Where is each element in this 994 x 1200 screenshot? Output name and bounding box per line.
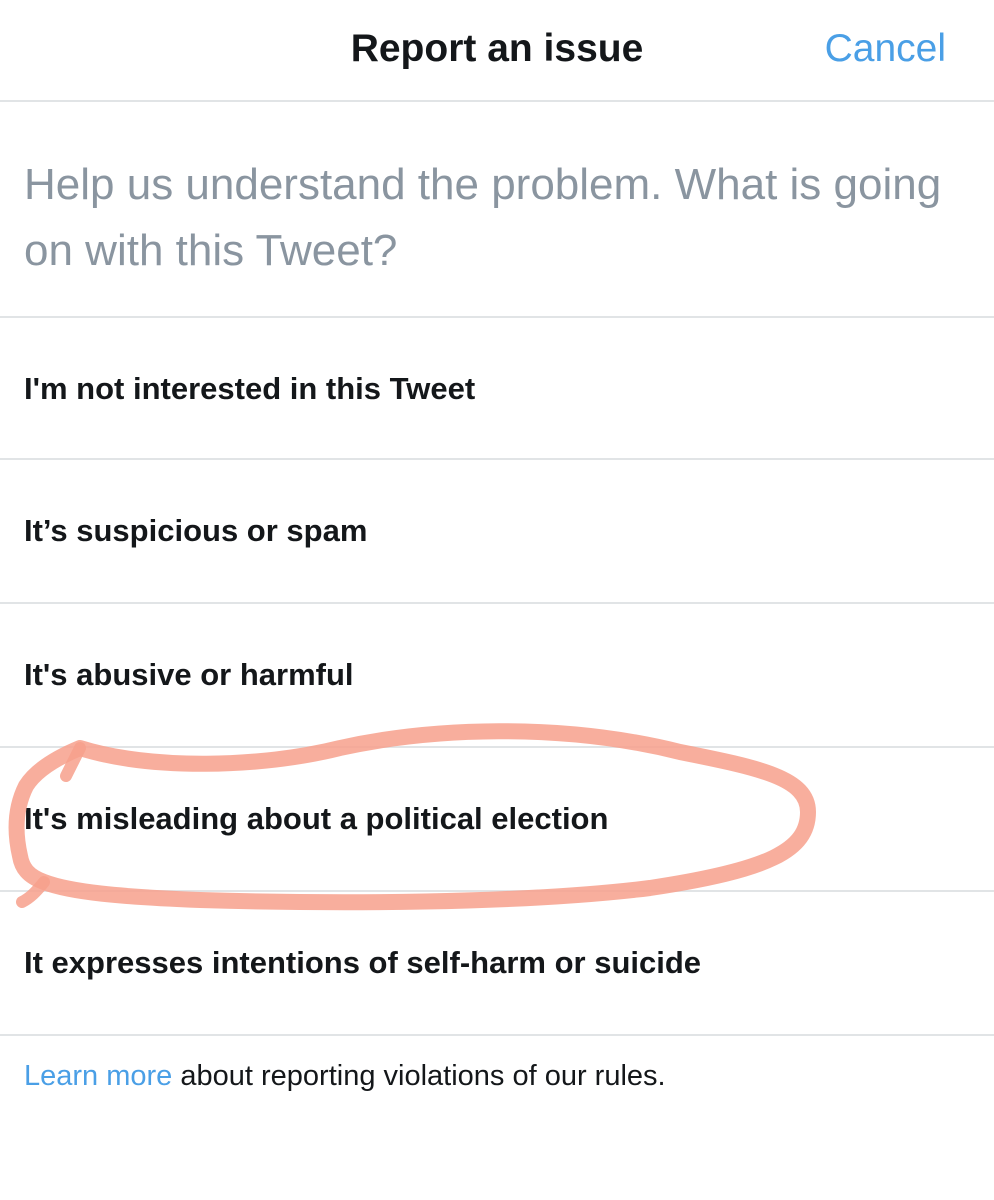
report-prompt: Help us understand the problem. What is … [24, 160, 942, 275]
option-label: It's misleading about a political electi… [24, 801, 609, 836]
learn-more-link[interactable]: Learn more [24, 1060, 172, 1092]
option-label: It expresses intentions of self-harm or … [24, 945, 702, 980]
option-self-harm[interactable]: It expresses intentions of self-harm or … [0, 892, 994, 1034]
option-label: It's abusive or harmful [24, 657, 354, 692]
divider [0, 1034, 994, 1036]
option-label: It’s suspicious or spam [24, 513, 368, 548]
header-bar: Report an issue Cancel [0, 0, 994, 102]
footer-note: Learn more about reporting violations of… [24, 1058, 666, 1094]
option-not-interested[interactable]: I'm not interested in this Tweet [0, 318, 994, 460]
option-label: I'm not interested in this Tweet [24, 371, 476, 406]
option-abusive-harmful[interactable]: It's abusive or harmful [0, 604, 994, 746]
option-misleading-election[interactable]: It's misleading about a political electi… [0, 748, 994, 890]
cancel-button[interactable]: Cancel [825, 26, 946, 72]
option-suspicious-spam[interactable]: It’s suspicious or spam [0, 460, 994, 602]
footer-text: about reporting violations of our rules. [172, 1060, 666, 1092]
